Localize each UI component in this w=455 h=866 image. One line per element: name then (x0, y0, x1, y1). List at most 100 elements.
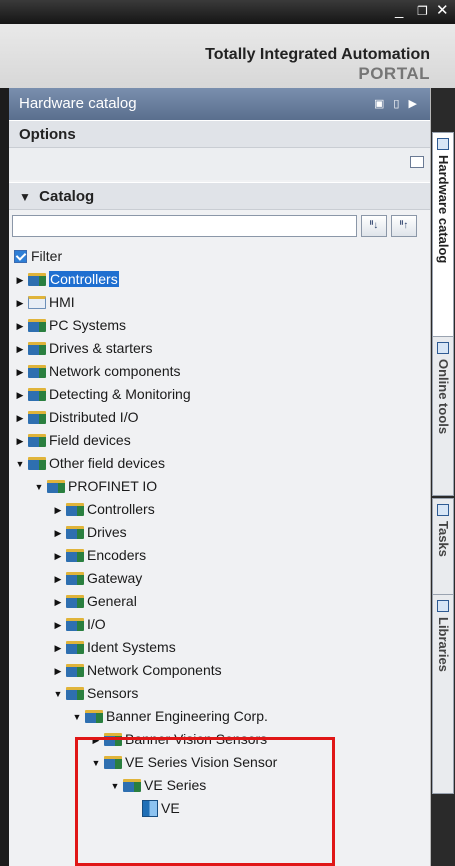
minimize-icon[interactable]: _ (395, 2, 403, 20)
search-down-icon[interactable]: ⁱⁱ↓ (361, 215, 387, 237)
maximize-icon[interactable]: ▯ (393, 98, 402, 110)
expand-arrow-icon[interactable]: ▶ (52, 614, 64, 637)
tree-item-pn-ident-systems[interactable]: ▶ Ident Systems (52, 636, 176, 659)
hmi-folder-icon (28, 296, 46, 309)
hardware-catalog-pane: Hardware catalog ▣ ▯ ▶ Options ▼ Catalog… (9, 88, 431, 866)
highlight-box (75, 737, 335, 866)
tree-item-detecting-monitoring[interactable]: ▶ Detecting & Monitoring (14, 383, 191, 406)
expand-arrow-icon[interactable]: ▶ (14, 407, 26, 430)
catalog-section-header[interactable]: ▼ Catalog (9, 182, 430, 210)
tree-item-hmi[interactable]: ▶ HMI (14, 291, 75, 314)
window-title-bar: _ ❐ ✕ (0, 0, 455, 24)
folder-icon (28, 457, 46, 470)
expand-arrow-icon[interactable]: ▶ (52, 660, 64, 683)
tree-item-label: Sensors (87, 685, 139, 701)
catalog-icon (437, 138, 449, 150)
folder-icon (66, 526, 84, 539)
folder-icon (28, 273, 46, 286)
folder-icon (66, 664, 84, 677)
tree-item-pn-io[interactable]: ▶ I/O (52, 613, 106, 636)
chevron-down-icon[interactable]: ▼ (19, 183, 35, 211)
options-body (9, 148, 430, 180)
pane-controls[interactable]: ▣ ▯ ▶ (374, 88, 420, 120)
view-toggle-icon[interactable] (410, 156, 424, 168)
restore-icon[interactable]: ❐ (417, 2, 428, 20)
folder-icon (66, 503, 84, 516)
tree-item-drives-starters[interactable]: ▶ Drives & starters (14, 337, 153, 361)
expand-arrow-icon[interactable]: ▶ (52, 591, 64, 614)
catalog-search-input[interactable] (12, 215, 357, 237)
expand-arrow-icon[interactable]: ▶ (14, 269, 26, 292)
expand-arrow-icon[interactable]: ▶ (52, 545, 64, 568)
expand-arrow-icon[interactable]: ▶ (14, 315, 26, 338)
tree-item-label: Distributed I/O (49, 409, 139, 425)
folder-icon (66, 549, 84, 562)
side-tab-strip: Hardware catalog Online tools Tasks Libr… (431, 88, 455, 866)
tree-item-label: Gateway (87, 570, 143, 586)
close-icon[interactable]: ✕ (436, 2, 449, 20)
tree-item-field-devices[interactable]: ▶ Field devices (14, 429, 131, 452)
folder-icon (28, 411, 46, 424)
expand-arrow-icon[interactable]: ▶ (52, 568, 64, 591)
options-label: Options (19, 126, 76, 143)
tree-item-pn-controllers[interactable]: ▶ Controllers (52, 498, 155, 521)
tab-online-tools[interactable]: Online tools (432, 336, 454, 496)
tree-item-label: Controllers (87, 501, 155, 517)
left-edge (0, 88, 9, 866)
tree-item-network-components[interactable]: ▶ Network components (14, 360, 181, 383)
tab-hardware-catalog[interactable]: Hardware catalog (432, 132, 454, 362)
tab-label: Online tools (436, 359, 451, 435)
folder-icon (28, 342, 46, 355)
folder-icon (66, 595, 84, 608)
tree-item-pn-sensors[interactable]: ▼ Sensors (52, 682, 139, 706)
collapse-right-icon[interactable]: ▶ (409, 98, 420, 110)
search-up-icon[interactable]: ⁱⁱ↑ (391, 215, 417, 237)
options-section-header[interactable]: Options (9, 120, 430, 148)
tree-item-pn-general[interactable]: ▶ General (52, 590, 137, 613)
tab-label: Libraries (436, 617, 451, 672)
filter-checkbox[interactable] (14, 250, 27, 263)
tab-tasks[interactable]: Tasks (432, 498, 454, 598)
expand-arrow-icon[interactable]: ▶ (14, 430, 26, 453)
brand-line1: Totally Integrated Automation (205, 46, 430, 63)
expand-arrow-icon[interactable]: ▶ (14, 361, 26, 384)
folder-icon (66, 687, 84, 700)
tree-item-label: General (87, 593, 137, 609)
collapse-arrow-icon[interactable]: ▼ (52, 683, 64, 706)
folder-icon (47, 480, 65, 493)
tab-libraries[interactable]: Libraries (432, 594, 454, 794)
folder-icon (85, 710, 103, 723)
expand-arrow-icon[interactable]: ▶ (14, 384, 26, 407)
tree-item-label: Network components (49, 363, 181, 379)
expand-arrow-icon[interactable]: ▶ (52, 522, 64, 545)
folder-icon (28, 319, 46, 332)
collapse-arrow-icon[interactable]: ▼ (14, 453, 26, 476)
tree-item-label: Drives & starters (49, 340, 153, 356)
tree-item-label: PC Systems (49, 317, 127, 333)
tree-item-other-field-devices[interactable]: ▼ Other field devices (14, 452, 165, 475)
tree-item-pc-systems[interactable]: ▶ PC Systems (14, 314, 126, 337)
tree-item-label: Controllers (49, 271, 119, 287)
tree-item-label: Detecting & Monitoring (49, 386, 191, 402)
tree-item-pn-encoders[interactable]: ▶ Encoders (52, 544, 147, 568)
search-row: ⁱⁱ↓ ⁱⁱ↑ (9, 210, 430, 244)
tree-item-distributed-io[interactable]: ▶ Distributed I/O (14, 406, 139, 430)
expand-arrow-icon[interactable]: ▶ (52, 637, 64, 660)
expand-arrow-icon[interactable]: ▶ (14, 292, 26, 315)
tree-item-pn-network-components[interactable]: ▶ Network Components (52, 659, 222, 682)
expand-arrow-icon[interactable]: ▶ (52, 499, 64, 522)
filter-row[interactable]: Filter (9, 244, 430, 268)
tree-item-banner-engineering[interactable]: ▼ Banner Engineering Corp. (71, 705, 268, 728)
tree-item-pn-drives[interactable]: ▶ Drives (52, 521, 127, 544)
collapse-arrow-icon[interactable]: ▼ (71, 706, 83, 729)
folder-icon (28, 365, 46, 378)
expand-arrow-icon[interactable]: ▶ (14, 338, 26, 361)
tree-item-pn-gateway[interactable]: ▶ Gateway (52, 567, 143, 591)
tab-label: Tasks (436, 521, 451, 557)
online-tools-icon (437, 342, 449, 354)
float-icon[interactable]: ▣ (374, 98, 387, 110)
tree-item-controllers[interactable]: ▶ Controllers (14, 268, 119, 291)
collapse-arrow-icon[interactable]: ▼ (33, 476, 45, 499)
catalog-label: Catalog (39, 188, 95, 205)
tree-item-profinet-io[interactable]: ▼ PROFINET IO (33, 475, 158, 499)
